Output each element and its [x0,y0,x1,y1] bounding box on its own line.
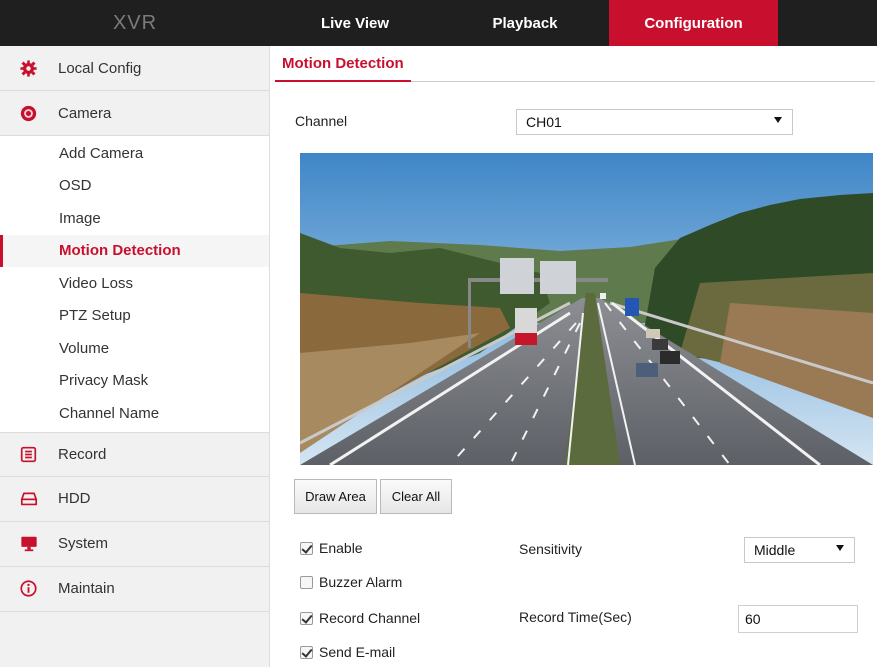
sidebar-item-label: Maintain [58,580,115,597]
buzzer-alarm-option: Buzzer Alarm [300,574,402,590]
sidebar-item-label: HDD [58,490,91,507]
channel-select-value: CH01 [526,114,562,130]
sidebar-subitem-motion-detection[interactable]: Motion Detection [0,234,269,267]
sidebar-item-camera[interactable]: Camera [0,91,269,136]
sidebar-item-maintain[interactable]: Maintain [0,567,269,612]
brand-logo: XVR [112,11,158,34]
sidebar-subitem-volume[interactable]: Volume [0,332,269,365]
buzzer-alarm-checkbox[interactable] [300,575,313,589]
channel-label: Channel [295,113,348,129]
sidebar-item-label: System [58,535,109,552]
record-channel-option: Record Channel [300,610,420,626]
record-channel-checkbox[interactable] [300,611,313,625]
channel-select[interactable]: CH01 [516,109,793,135]
send-email-option: Send E-mail [300,644,395,660]
nav-live-view[interactable]: Live View [304,0,406,46]
nav-configuration[interactable]: Configuration [609,0,778,46]
draw-area-button[interactable]: Draw Area [294,479,377,514]
chevron-down-icon [836,545,844,551]
record-list-icon [19,445,38,464]
info-icon [19,579,38,598]
camera-submenu: Add Camera OSD Image Motion Detection Vi… [0,136,269,432]
sidebar-subitem-add-camera[interactable]: Add Camera [0,137,269,170]
top-nav-bar: XVR Live View Playback Configuration [0,0,877,46]
sensitivity-select-value: Middle [754,542,796,558]
sidebar-item-label: Record [58,445,107,463]
sidebar-subitem-privacy-mask[interactable]: Privacy Mask [0,365,269,398]
sensitivity-label: Sensitivity [519,541,583,557]
monitor-icon [19,534,38,553]
main-content: Motion Detection Channel CH01 Draw Area … [271,46,877,667]
sidebar-subitem-video-loss[interactable]: Video Loss [0,267,269,300]
buzzer-alarm-label: Buzzer Alarm [319,574,403,590]
enable-checkbox[interactable] [300,541,313,555]
nav-playback[interactable]: Playback [474,0,576,46]
sidebar-item-label: Camera [58,104,112,122]
sidebar-subitem-image[interactable]: Image [0,202,269,235]
enable-label: Enable [319,540,363,556]
tab-bar: Motion Detection [275,46,875,82]
record-channel-label: Record Channel [319,610,421,626]
sidebar-item-hdd[interactable]: HDD [0,477,269,522]
sidebar: Local Config Camera Add Camera OSD Image… [0,46,270,667]
camera-lens-icon [19,104,38,123]
sensitivity-select[interactable]: Middle [744,537,855,563]
sidebar-item-system[interactable]: System [0,522,269,567]
clear-all-button[interactable]: Clear All [380,479,452,514]
sidebar-item-label: Local Config [58,59,142,77]
hdd-icon [19,489,38,508]
tab-motion-detection[interactable]: Motion Detection [275,46,411,82]
record-time-label: Record Time(Sec) [519,609,632,625]
sidebar-item-record[interactable]: Record [0,431,269,477]
sidebar-subitem-channel-name[interactable]: Channel Name [0,397,269,430]
highway-scene-image [300,153,873,465]
sidebar-subitem-ptz-setup[interactable]: PTZ Setup [0,300,269,333]
gear-icon [19,59,38,78]
chevron-down-icon [774,117,782,123]
send-email-checkbox[interactable] [300,645,313,659]
sidebar-subitem-osd[interactable]: OSD [0,170,269,203]
sidebar-item-local-config[interactable]: Local Config [0,46,269,91]
camera-preview[interactable] [300,153,873,465]
record-time-input[interactable]: 60 [738,605,858,633]
enable-option: Enable [300,540,363,556]
send-email-label: Send E-mail [319,644,396,660]
